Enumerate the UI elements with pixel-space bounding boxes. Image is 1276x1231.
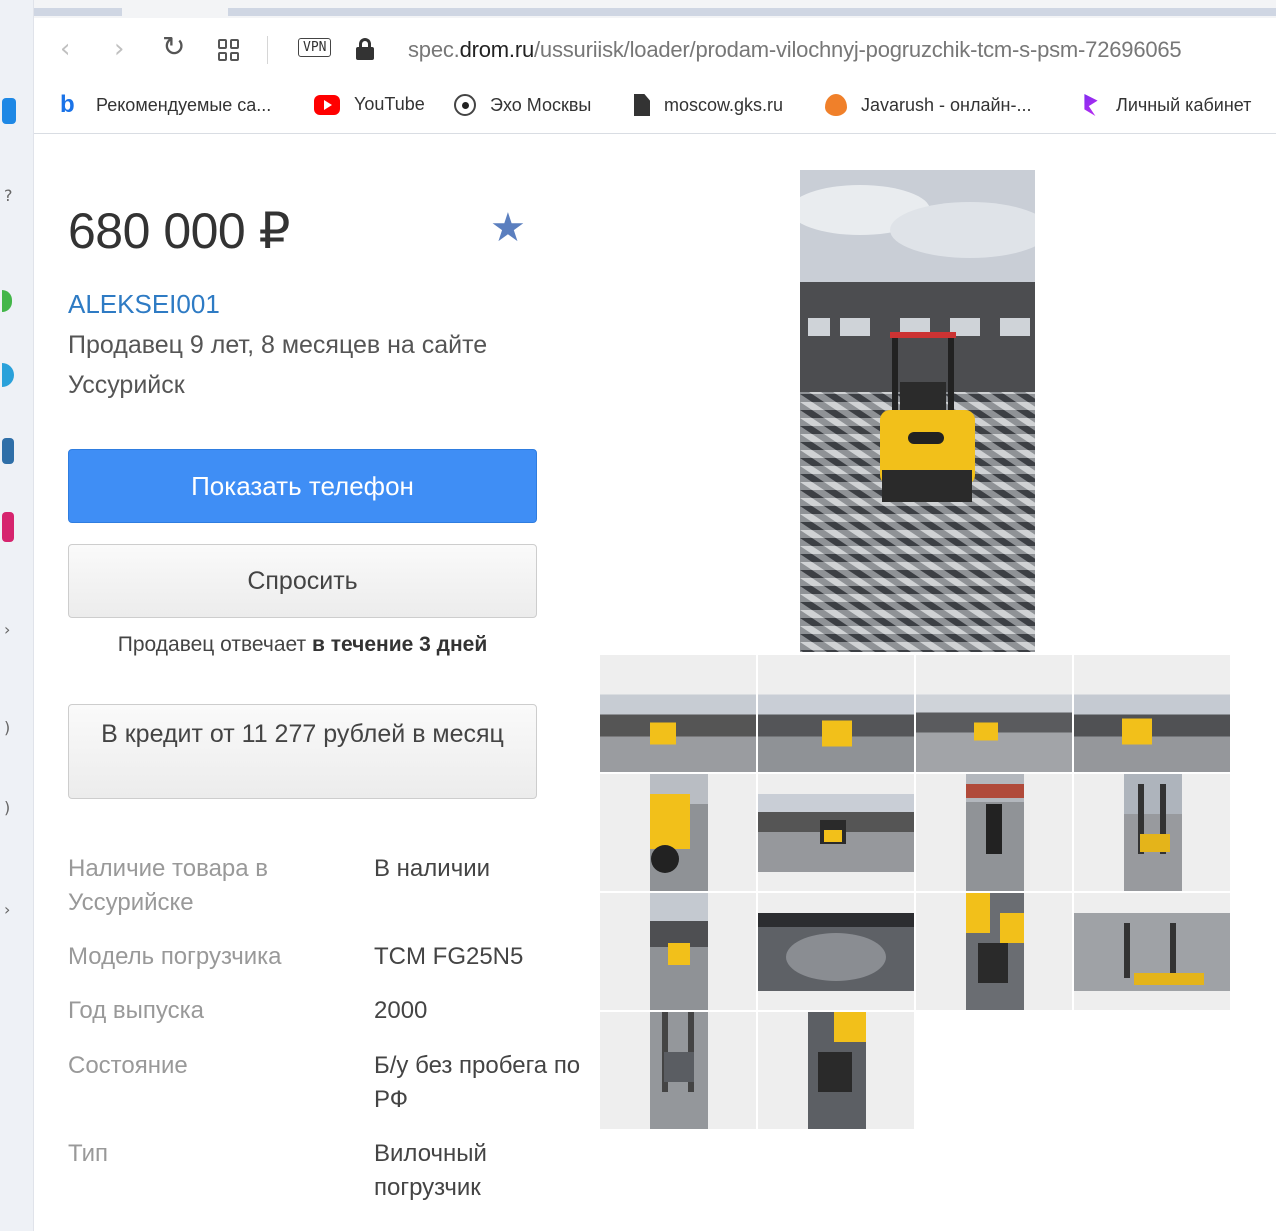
thumbnail[interactable]	[1074, 655, 1230, 772]
bookmark-label: Личный кабинет	[1116, 94, 1252, 115]
thumbnail[interactable]	[758, 1012, 914, 1129]
whatsapp-icon[interactable]	[2, 290, 12, 312]
side-settings-icon[interactable]: ›	[4, 900, 10, 919]
url-prefix: spec.	[408, 37, 460, 62]
bookmark-javarush[interactable]: Javarush - онлайн-...	[825, 94, 1032, 116]
thumbnail-image	[650, 893, 708, 1010]
thumbnail[interactable]	[1074, 774, 1230, 891]
spec-label: Модель погрузчика	[68, 943, 282, 970]
thumbnail-image	[966, 893, 1024, 1010]
forward-icon[interactable]: ›	[114, 36, 124, 62]
thumbnail-image	[1074, 913, 1230, 991]
favorite-star-icon[interactable]: ★	[490, 208, 526, 248]
youtube-icon	[314, 94, 340, 115]
tabs-grid-icon[interactable]	[218, 39, 240, 61]
thumbnail-image	[808, 1012, 866, 1129]
thumbnail[interactable]	[916, 774, 1072, 891]
thumbnail-image	[758, 913, 914, 991]
side-chevron-icon[interactable]: ›	[4, 620, 10, 639]
spec-value: Б/у без пробега по РФ	[374, 1052, 581, 1113]
reply-time-note: Продавец отвечает в течение 3 дней	[68, 633, 537, 657]
tab-strip	[34, 0, 1276, 18]
thumbnail-image	[758, 694, 914, 772]
thumbnail[interactable]	[916, 655, 1072, 772]
thumbnail[interactable]	[916, 893, 1072, 1010]
spec-value: TCM FG25N5	[374, 943, 524, 970]
thumbnail-image	[916, 694, 1072, 772]
tab-underline	[34, 8, 122, 16]
thumbnail-image	[758, 794, 914, 872]
bookmark-youtube[interactable]: YouTube	[314, 94, 425, 115]
thumbnail[interactable]	[758, 655, 914, 772]
seller-city: Уссурийск	[68, 371, 185, 399]
javarush-icon	[825, 94, 847, 116]
side-clock-icon[interactable]: )	[4, 718, 10, 737]
thumbnail[interactable]	[600, 893, 756, 1010]
back-icon[interactable]: ‹	[60, 36, 70, 62]
reply-time: в течение 3 дней	[311, 633, 488, 656]
forklift-photo	[800, 170, 1035, 652]
spec-value: 2000	[374, 997, 428, 1024]
spec-label: Состояние	[68, 1052, 188, 1079]
vpn-badge[interactable]: VPN	[298, 38, 332, 57]
vk-icon[interactable]	[2, 438, 14, 464]
side-mark: ?	[4, 186, 13, 205]
main-photo[interactable]	[800, 170, 1035, 652]
bookmark-label: moscow.gks.ru	[664, 94, 784, 115]
tab-underline-active	[228, 8, 1276, 16]
address-bar[interactable]: spec.drom.ru/ussuriisk/loader/prodam-vil…	[408, 37, 1182, 63]
thumbnail-image	[966, 774, 1024, 891]
instagram-icon[interactable]	[2, 512, 14, 542]
thumbnail[interactable]	[758, 893, 914, 1010]
url-host: drom.ru	[459, 37, 535, 62]
document-icon	[634, 94, 650, 116]
bookmark-gks[interactable]: moscow.gks.ru	[634, 94, 783, 116]
credit-button[interactable]: В кредит от 11 277 рублей в месяц	[68, 704, 537, 799]
thumbnail-image	[600, 694, 756, 772]
ask-button[interactable]: Спросить	[68, 544, 537, 618]
browser-toolbar: ‹ › ↻ VPN spec.drom.ru/ussuriisk/loader/…	[34, 18, 1276, 84]
spec-value: Вилочный погрузчик	[374, 1140, 487, 1201]
toolbar-divider	[267, 36, 268, 64]
cabinet-icon	[1084, 94, 1098, 116]
spec-value: В наличии	[374, 855, 491, 882]
thumbnail-image	[1074, 694, 1230, 772]
seller-age: Продавец 9 лет, 8 месяцев на сайте	[68, 331, 488, 359]
thumbnail[interactable]	[600, 655, 756, 772]
thumbnail[interactable]	[1074, 893, 1230, 1010]
bookmark-recommended[interactable]: b Рекомендуемые са...	[60, 91, 272, 118]
seller-name-link[interactable]: ALEKSEI001	[68, 289, 220, 320]
thumbnail[interactable]	[758, 774, 914, 891]
side-clock-icon-2[interactable]: )	[4, 798, 10, 817]
reload-icon[interactable]: ↻	[162, 33, 185, 61]
bookmark-label: Javarush - онлайн-...	[861, 94, 1032, 115]
bookmark-label: Эхо Москвы	[490, 94, 592, 115]
bookmark-cabinet[interactable]: Личный кабинет	[1080, 94, 1251, 116]
bing-icon: b	[60, 91, 75, 118]
spec-label: Год выпуска	[68, 997, 204, 1024]
thumbnail[interactable]	[600, 1012, 756, 1129]
thumbnail-image	[1124, 774, 1182, 891]
bookmark-label: Рекомендуемые са...	[96, 94, 272, 115]
thumbnail-image	[650, 1012, 708, 1129]
show-phone-button[interactable]: Показать телефон	[68, 449, 537, 523]
bookmark-label: YouTube	[354, 94, 425, 114]
side-panel-strip: ? › ) ) ›	[0, 0, 34, 1231]
side-app-icon[interactable]	[2, 98, 16, 124]
price: 680 000 ₽	[68, 203, 290, 259]
bookmark-echo[interactable]: Эхо Москвы	[454, 94, 591, 116]
photo-thumbnails	[600, 655, 1232, 1131]
reply-prefix: Продавец отвечает	[117, 633, 312, 656]
spec-label: Наличие товара в Уссурийске	[68, 855, 269, 916]
telegram-icon[interactable]	[2, 363, 14, 387]
thumbnail[interactable]	[600, 774, 756, 891]
url-path: /ussuriisk/loader/prodam-vilochnyj-pogru…	[534, 37, 1182, 62]
spec-label: Тип	[68, 1140, 109, 1167]
bookmarks-bar: b Рекомендуемые са... YouTube Эхо Москвы…	[34, 84, 1276, 134]
lock-icon[interactable]	[356, 38, 374, 60]
thumbnail-image	[650, 774, 708, 891]
echo-icon	[454, 94, 476, 116]
